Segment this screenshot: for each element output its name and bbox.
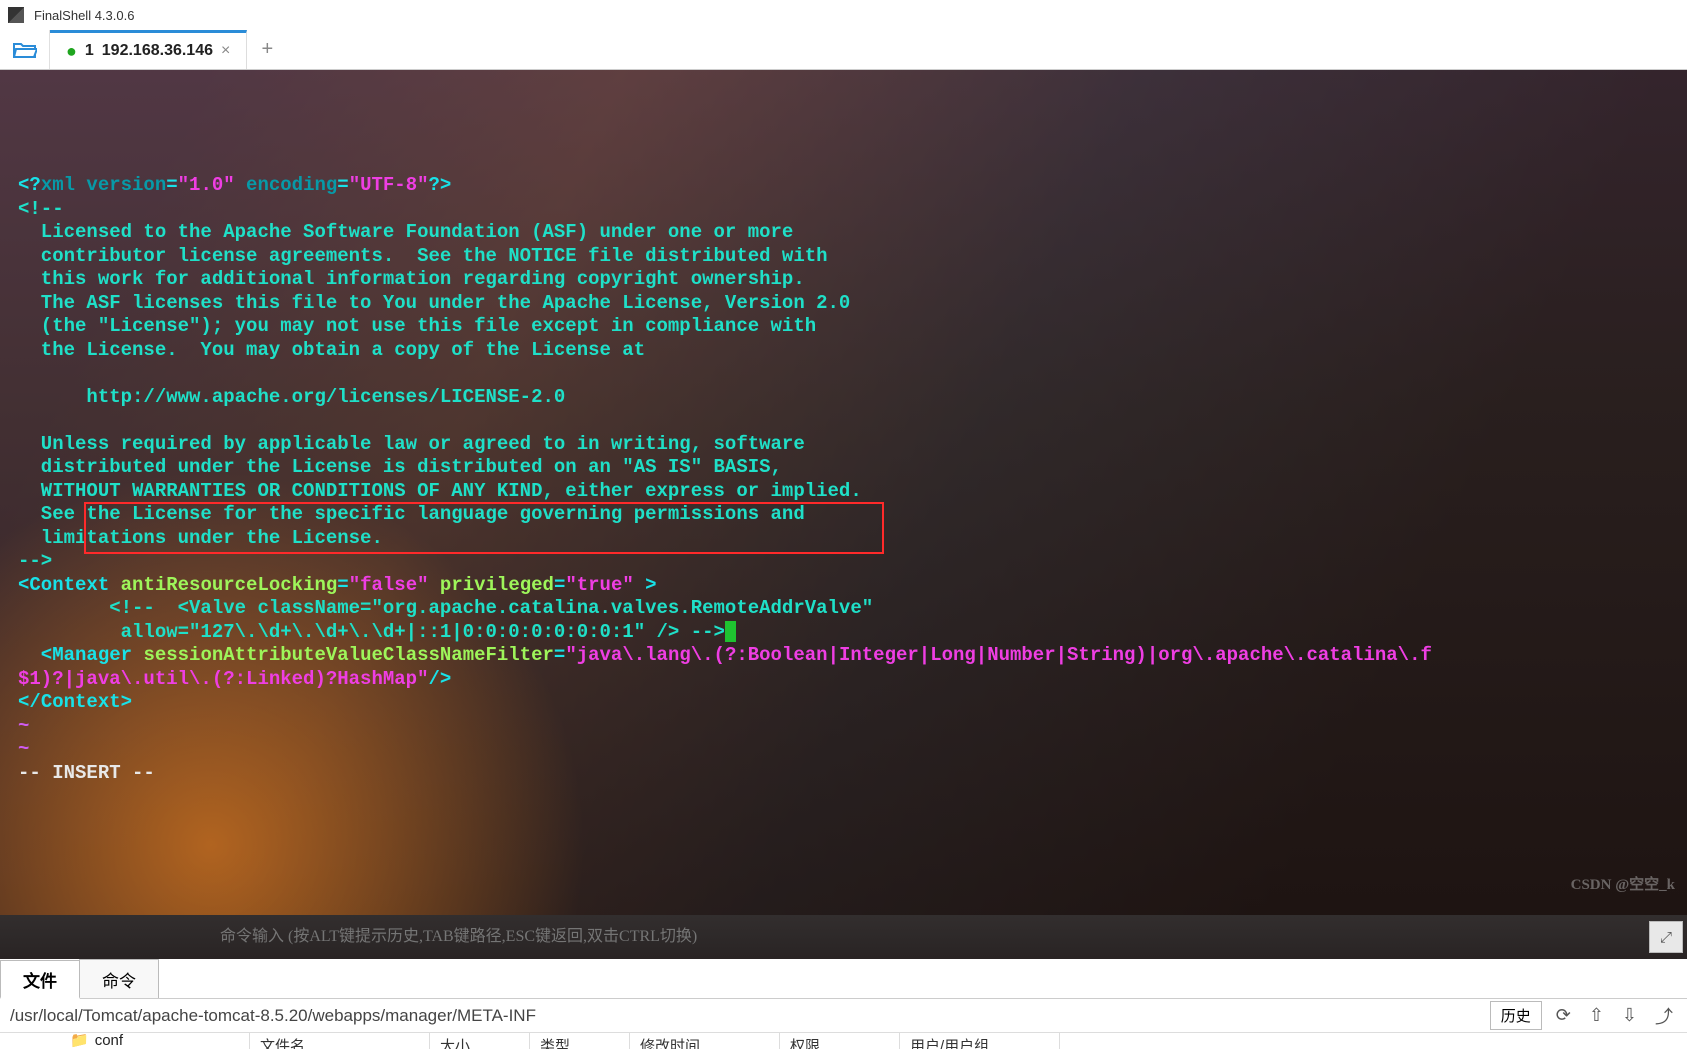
connection-tab[interactable]: ● 1 192.168.36.146 × [50, 30, 247, 69]
terminal-content: <?xml version="1.0" encoding="UTF-8"?> <… [18, 151, 1669, 809]
titlebar: FinalShell 4.3.0.6 [0, 0, 1687, 30]
more-icon[interactable]: ⤴ [1651, 1003, 1677, 1029]
xml-decl: <? [18, 174, 41, 196]
col-size[interactable]: 大小 [430, 1033, 530, 1049]
history-button[interactable]: 历史 [1490, 1001, 1542, 1030]
tab-label: 192.168.36.146 [102, 42, 213, 60]
folder-icon: 📁 [70, 1031, 89, 1049]
terminal[interactable]: <?xml version="1.0" encoding="UTF-8"?> <… [0, 70, 1687, 915]
bottom-panel: 文件 命令 /usr/local/Tomcat/apache-tomcat-8.… [0, 959, 1687, 1049]
col-owner[interactable]: 用户/用户组 [900, 1033, 1060, 1049]
col-type[interactable]: 类型 [530, 1033, 630, 1049]
tab-file[interactable]: 文件 [0, 960, 80, 999]
tab-prefix: 1 [85, 42, 94, 60]
highlight-box [84, 502, 884, 554]
add-tab-button[interactable]: + [247, 30, 287, 69]
watermark: CSDN @空空_k [1571, 874, 1675, 898]
tab-close-icon[interactable]: × [221, 42, 230, 60]
tree-item[interactable]: 📁 conf [70, 1031, 123, 1049]
tree-item-label: conf [95, 1032, 123, 1049]
path-row: /usr/local/Tomcat/apache-tomcat-8.5.20/w… [0, 999, 1687, 1033]
col-perm[interactable]: 权限 [780, 1033, 900, 1049]
refresh-icon[interactable]: ⟳ [1552, 1005, 1575, 1026]
command-bar: ⤢ [0, 915, 1687, 959]
tabbar: ● 1 192.168.36.146 × + [0, 30, 1687, 70]
current-path: /usr/local/Tomcat/apache-tomcat-8.5.20/w… [10, 1006, 536, 1026]
upload-icon[interactable]: ⇧ [1585, 1005, 1608, 1026]
app-icon [8, 7, 24, 23]
cursor [725, 621, 736, 642]
tab-command[interactable]: 命令 [79, 959, 159, 998]
col-mtime[interactable]: 修改时间 [630, 1033, 780, 1049]
file-table-header: 文件名 大小 类型 修改时间 权限 用户/用户组 [0, 1033, 1687, 1049]
expand-button[interactable]: ⤢ [1649, 921, 1683, 953]
download-icon[interactable]: ⇩ [1618, 1005, 1641, 1026]
open-folder-icon[interactable] [0, 30, 50, 69]
app-title: FinalShell 4.3.0.6 [34, 8, 134, 23]
bottom-tabs: 文件 命令 [0, 959, 1687, 999]
col-name[interactable]: 文件名 [250, 1033, 430, 1049]
vim-mode: -- INSERT -- [18, 762, 155, 784]
command-input[interactable] [220, 921, 1649, 953]
